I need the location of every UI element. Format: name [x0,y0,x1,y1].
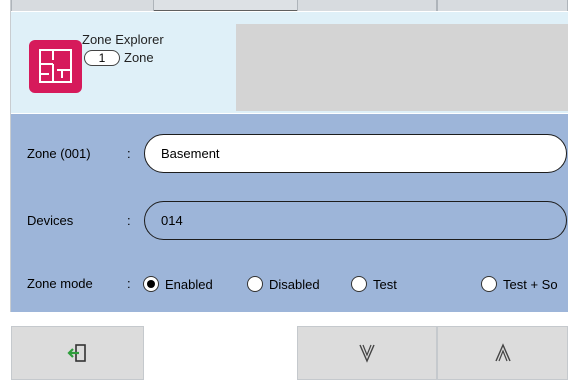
mode-option-label: Test [373,276,397,292]
radio-unchecked-icon[interactable] [351,276,367,292]
chevron-down-icon [359,343,375,363]
zone-count-label: Zone [124,50,154,65]
radio-checked-icon[interactable] [143,276,159,292]
radio-unchecked-icon[interactable] [247,276,263,292]
zone-mode-label: Zone mode [27,276,93,291]
exit-icon [66,342,89,364]
zone-colon: : [127,146,131,161]
mode-option-label: Enabled [165,276,213,292]
app-title: Zone Explorer [82,32,164,47]
zone-explorer-screen: Zone Explorer 1 Zone Zone (001) : Baseme… [0,0,568,380]
devices-colon: : [127,213,131,228]
mode-option-label: Test + So [503,276,558,292]
top-tab[interactable] [11,0,154,11]
floorplan-icon [29,40,82,93]
exit-button[interactable] [11,326,144,380]
zone-label: Zone (001) [27,146,91,161]
mode-option-label: Disabled [269,276,320,292]
mode-option-enabled[interactable]: Enabled [143,276,213,292]
chevron-up-icon [494,343,511,363]
zone-form-panel: Zone (001) : Basement Devices : 014 Zone… [11,114,568,313]
radio-unchecked-icon[interactable] [481,276,497,292]
mode-option-test[interactable]: Test [351,276,397,292]
header-info-box [236,24,568,111]
zone-mode-colon: : [127,276,131,291]
scroll-up-button[interactable] [437,326,568,380]
scroll-down-button[interactable] [297,326,437,380]
devices-label: Devices [27,213,74,228]
devices-field: 014 [144,201,567,240]
top-tab[interactable] [437,0,568,11]
header-panel: Zone Explorer 1 Zone [11,12,568,113]
top-tab[interactable] [297,0,437,11]
top-tab-strip [0,0,568,11]
zone-name-field[interactable]: Basement [144,134,567,173]
mode-option-test-sounder[interactable]: Test + So [481,276,558,292]
mode-option-disabled[interactable]: Disabled [247,276,320,292]
zone-count-badge: 1 [84,50,120,66]
